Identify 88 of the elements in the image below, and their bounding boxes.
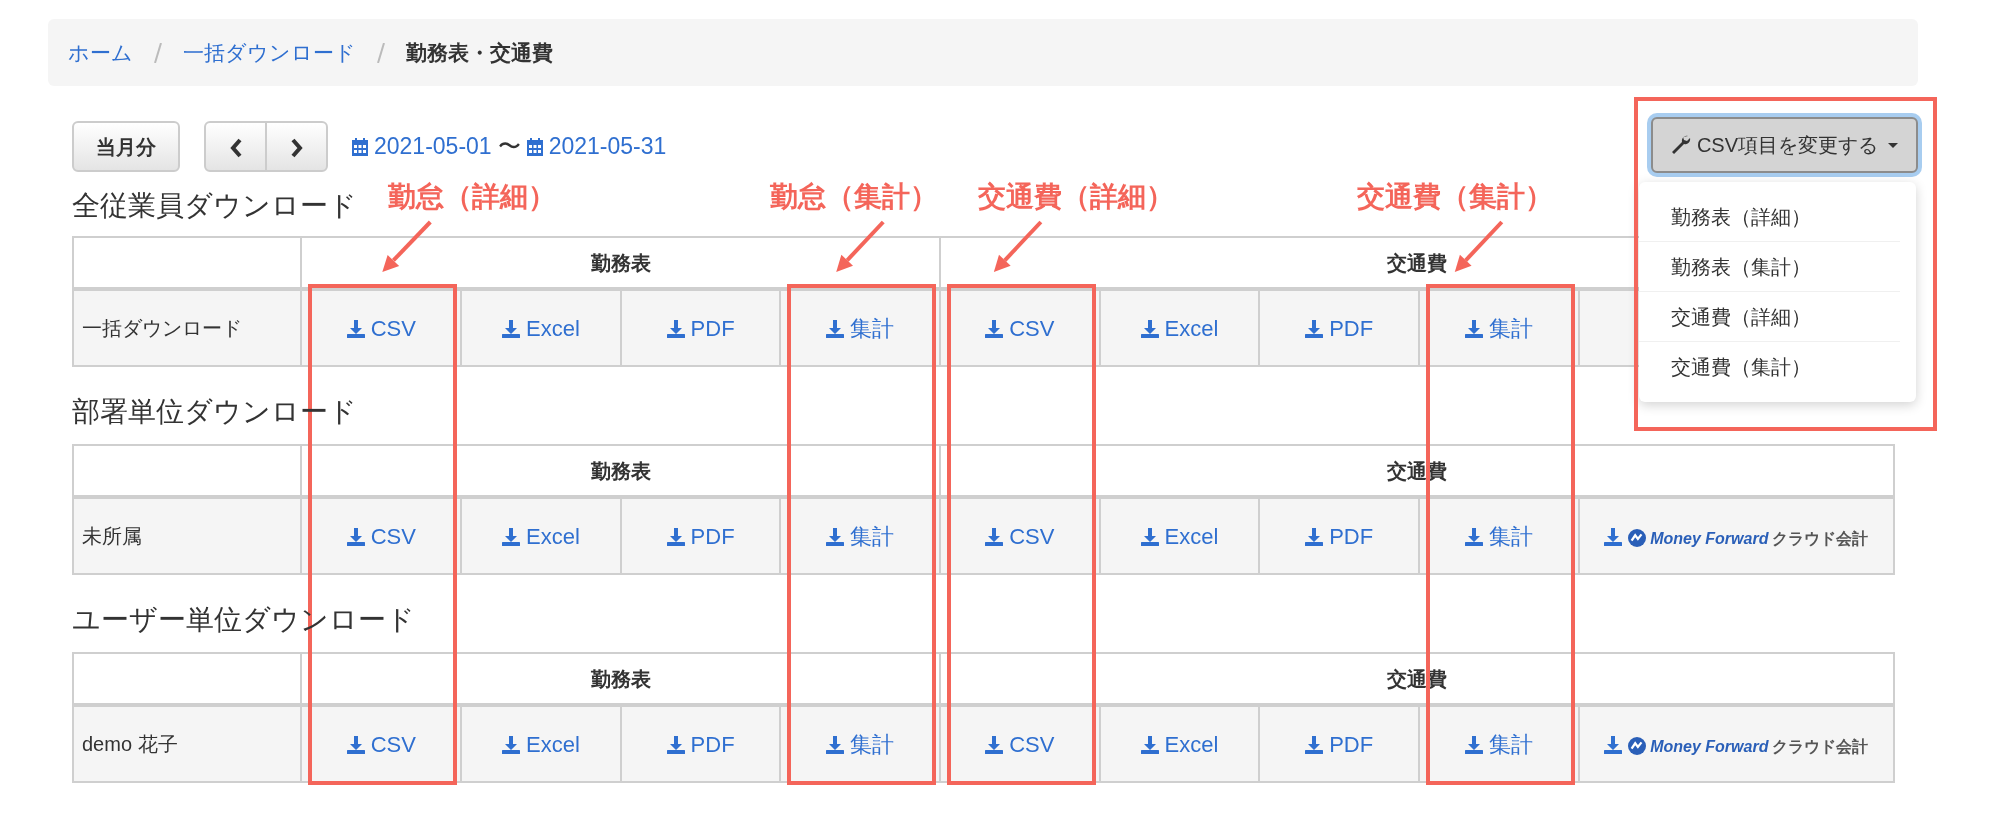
download-icon — [1604, 735, 1623, 754]
download-link[interactable]: PDF — [1305, 315, 1374, 341]
chevron-left-icon — [228, 138, 243, 159]
arrow — [1454, 220, 1504, 272]
download-icon — [666, 527, 685, 546]
download-icon — [1604, 527, 1623, 546]
download-icon — [985, 527, 1004, 546]
download-link[interactable]: PDF — [666, 731, 735, 757]
arrow — [382, 220, 432, 272]
download-icon — [826, 527, 845, 546]
breadcrumb-current: 勤務表・交通費 — [406, 39, 553, 66]
range-separator: 〜 — [497, 132, 521, 162]
logo-icon — [1628, 528, 1647, 547]
menu-item[interactable]: 勤務表（詳細） — [1639, 192, 1900, 242]
download-link[interactable]: Excel — [502, 523, 580, 549]
download-link[interactable]: CSV — [346, 731, 416, 757]
chevron-right-icon — [289, 138, 304, 159]
download-icon — [1464, 527, 1483, 546]
download-icon — [502, 527, 521, 546]
slash-icon — [376, 42, 386, 63]
download-link[interactable]: Excel — [502, 731, 580, 757]
download-icon — [346, 319, 365, 338]
download-link[interactable]: 集計 — [826, 523, 895, 549]
annotation-label: 勤怠（集計） — [770, 180, 939, 214]
date-from: 2021-05-01 — [374, 132, 492, 162]
download-link[interactable]: PDF — [666, 523, 735, 549]
row-label: 未所属 — [73, 497, 302, 574]
download-icon — [502, 735, 521, 754]
logo-icon — [1628, 736, 1647, 755]
download-link[interactable]: CSV — [985, 315, 1055, 341]
download-icon — [1305, 735, 1324, 754]
download-icon — [826, 735, 845, 754]
download-link[interactable]: PDF — [1305, 523, 1374, 549]
download-icon — [1140, 527, 1159, 546]
group-header: 勤務表 — [301, 237, 941, 289]
caret-icon — [1888, 142, 1898, 148]
annotation-label: 交通費（集計） — [1356, 180, 1553, 214]
download-link[interactable]: PDF — [666, 315, 735, 341]
download-link[interactable]: Excel — [502, 315, 580, 341]
download-link[interactable]: CSV — [346, 315, 416, 341]
section-title: 全従業員ダウンロード — [72, 189, 357, 223]
wrench-icon — [1670, 135, 1691, 155]
previous-button[interactable] — [204, 121, 267, 172]
arrow — [993, 220, 1043, 272]
download-icon — [1464, 735, 1483, 754]
download-icon — [502, 319, 521, 338]
breadcrumb-link[interactable]: ホーム — [68, 36, 133, 69]
download-icon — [346, 735, 365, 754]
download-icon — [1305, 319, 1324, 338]
current-month-button[interactable]: 当月分 — [72, 121, 180, 172]
download-link[interactable]: 集計 — [1464, 731, 1533, 757]
calendar-icon — [352, 137, 368, 156]
download-link[interactable]: Excel — [1140, 523, 1219, 549]
download-link[interactable]: 集計 — [1464, 315, 1533, 341]
next-button[interactable] — [265, 121, 328, 172]
download-link[interactable]: CSV — [346, 523, 416, 549]
row-label: demo 花子 — [73, 705, 302, 782]
group-header: 勤務表 — [301, 653, 941, 705]
download-link[interactable]: Excel — [1140, 731, 1219, 757]
download-icon — [1464, 319, 1483, 338]
group-header: 勤務表 — [301, 445, 941, 497]
download-link[interactable]: Excel — [1140, 315, 1219, 341]
download-icon — [1140, 735, 1159, 754]
annotation-label: 勤怠（詳細） — [388, 180, 557, 214]
download-link[interactable]: PDF — [1305, 731, 1374, 757]
download-link[interactable]: CSV — [985, 523, 1055, 549]
download-link[interactable]: 集計 — [826, 315, 895, 341]
menu-item[interactable]: 交通費（集計） — [1639, 342, 1900, 392]
download-icon — [985, 735, 1004, 754]
download-link[interactable]: Money Forward クラウド会計 — [1604, 737, 1869, 755]
calendar-icon — [526, 137, 543, 156]
download-icon — [666, 735, 685, 754]
download-icon — [346, 527, 365, 546]
download-link[interactable]: 集計 — [1464, 523, 1533, 549]
annotation-label: 交通費（詳細） — [977, 180, 1174, 214]
row-label: 一括ダウンロード — [73, 289, 302, 366]
download-icon — [985, 319, 1004, 338]
slash-icon — [153, 42, 163, 63]
arrow — [836, 220, 885, 272]
download-link[interactable]: Money Forward クラウド会計 — [1604, 529, 1869, 547]
breadcrumb-link[interactable]: 一括ダウンロード — [183, 36, 356, 69]
download-icon — [666, 319, 685, 338]
download-icon — [1305, 527, 1324, 546]
download-icon — [826, 319, 845, 338]
download-link[interactable]: CSV — [985, 731, 1055, 757]
date-to: 2021-05-31 — [548, 132, 667, 162]
download-link[interactable]: 集計 — [826, 731, 895, 757]
download-icon — [1140, 319, 1159, 338]
